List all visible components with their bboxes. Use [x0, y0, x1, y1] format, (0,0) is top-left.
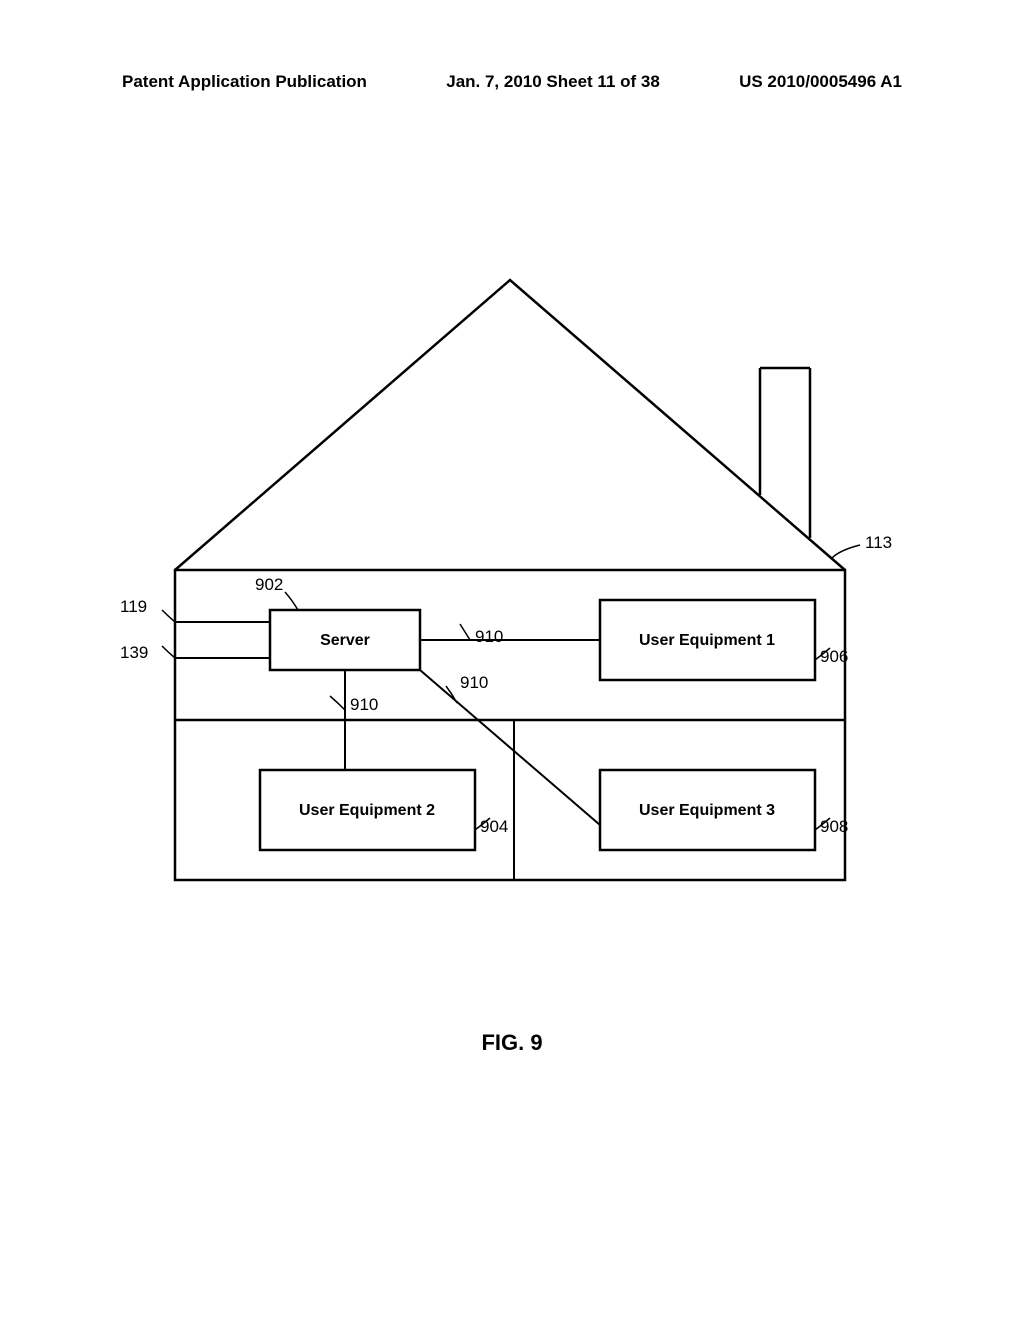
house-diagram-svg: Server User Equipment 1 User Equipment 2… — [120, 260, 900, 940]
ref-113: 113 — [865, 533, 892, 552]
ref-119: 119 — [120, 597, 147, 616]
page-header: Patent Application Publication Jan. 7, 2… — [0, 72, 1024, 92]
header-publication: Patent Application Publication — [122, 72, 367, 92]
leader-910c — [330, 696, 345, 710]
ref-902: 902 — [255, 575, 283, 594]
ref-906: 906 — [820, 647, 848, 666]
house-body — [175, 570, 845, 880]
ue1-label: User Equipment 1 — [639, 632, 775, 649]
header-date-sheet: Jan. 7, 2010 Sheet 11 of 38 — [446, 72, 660, 92]
figure-caption: FIG. 9 — [0, 1030, 1024, 1056]
leader-139 — [162, 646, 175, 658]
leader-113 — [832, 545, 860, 558]
roof-outline — [175, 280, 845, 570]
ue2-label: User Equipment 2 — [299, 802, 435, 819]
ue3-label: User Equipment 3 — [639, 802, 775, 819]
server-label: Server — [320, 632, 370, 649]
ref-910a: 910 — [475, 627, 503, 646]
ref-139: 139 — [120, 643, 148, 662]
chimney — [760, 368, 810, 538]
leader-910a — [460, 624, 470, 640]
ref-910b: 910 — [460, 673, 488, 692]
leader-902 — [285, 592, 298, 610]
ref-910c: 910 — [350, 695, 378, 714]
leader-119 — [162, 610, 175, 622]
ref-904: 904 — [480, 817, 508, 836]
link-server-ue3 — [420, 670, 600, 825]
header-pubnumber: US 2010/0005496 A1 — [739, 72, 902, 92]
ref-908: 908 — [820, 817, 848, 836]
figure-diagram: Server User Equipment 1 User Equipment 2… — [120, 260, 900, 940]
